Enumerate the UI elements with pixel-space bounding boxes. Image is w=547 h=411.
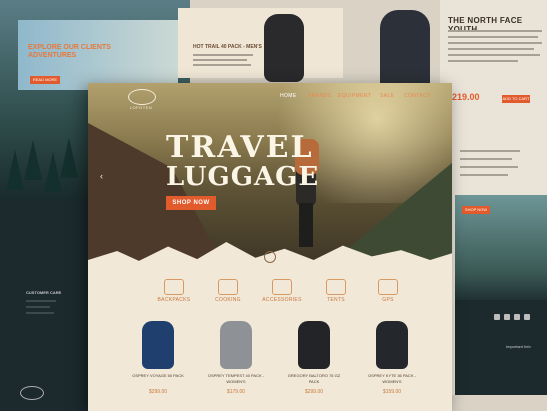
tree-shape	[6, 150, 24, 190]
background-text-line	[193, 64, 251, 66]
background-add-to-cart-button[interactable]: ADD TO CART	[502, 95, 530, 103]
product-price: $159.00	[382, 389, 402, 395]
compass-icon	[264, 251, 276, 263]
background-important-label: Important Info	[506, 344, 531, 349]
background-backpack-image	[380, 10, 430, 92]
category-label: GPS	[382, 297, 394, 303]
hero-title-line2: LUGGAGE	[166, 162, 320, 192]
background-text-line	[460, 174, 508, 176]
category-label: ACCESSORIES	[262, 297, 302, 303]
hiker-legs	[299, 203, 313, 247]
tree-shape	[60, 138, 78, 178]
category-gps[interactable]: GPS	[364, 279, 412, 307]
background-text-line	[448, 30, 542, 32]
background-text-line	[460, 158, 512, 160]
background-page-middle	[178, 8, 343, 78]
cooking-icon	[218, 279, 238, 295]
product-card[interactable]: OSPREY TEMPEST 40 PACK - WOMEN'S $179.00	[206, 321, 266, 401]
gps-icon	[378, 279, 398, 295]
background-text-line	[26, 306, 50, 308]
tent-icon	[326, 279, 346, 295]
background-text-line	[193, 59, 247, 61]
site-logo[interactable]	[128, 89, 156, 105]
background-product-title: HOT TRAIL 40 PACK - MEN'S	[193, 44, 262, 50]
product-image	[298, 321, 330, 369]
site-logo-text: LOFOTEN	[129, 105, 153, 110]
category-label: BACKPACKS	[157, 297, 191, 303]
facebook-icon[interactable]	[494, 314, 500, 320]
carousel-prev-icon[interactable]: ‹	[100, 171, 103, 181]
instagram-icon[interactable]	[524, 314, 530, 320]
product-card[interactable]: OSPREY VOYAGE 50 PACK $299.00	[128, 321, 188, 401]
category-cooking[interactable]: COOKING	[204, 279, 252, 307]
product-card[interactable]: OSPREY KYTE 36 PACK - WOMEN'S $159.00	[362, 321, 422, 401]
nav-item-contact[interactable]: CONTACT	[404, 93, 431, 99]
twitter-icon[interactable]	[504, 314, 510, 320]
product-name: OSPREY KYTE 36 PACK - WOMEN'S	[368, 373, 416, 384]
main-page-mockup: LOFOTEN HOME BRANDS EQUIPMENT SALE CONTA…	[88, 83, 452, 411]
product-price: $299.00	[304, 389, 324, 395]
background-footer	[455, 300, 547, 395]
product-image	[376, 321, 408, 369]
nav-item-equipment[interactable]: EQUIPMENT	[338, 93, 371, 99]
product-card[interactable]: GREGORY BALTORO 75 GZ PACK $299.00	[284, 321, 344, 401]
background-text-line	[193, 54, 253, 56]
product-price: $179.00	[226, 389, 246, 395]
category-label: TENTS	[327, 297, 345, 303]
nav-item-sale[interactable]: SALE	[380, 93, 394, 99]
category-accessories[interactable]: ACCESSORIES	[258, 279, 306, 307]
product-image	[220, 321, 252, 369]
background-price: 219.00	[452, 92, 480, 102]
background-text-line	[448, 36, 538, 38]
product-price: $299.00	[148, 389, 168, 395]
accessories-icon	[272, 279, 292, 295]
background-text-line	[26, 300, 56, 302]
category-tents[interactable]: TENTS	[312, 279, 360, 307]
background-text-line	[448, 42, 542, 44]
background-read-more-button[interactable]: READ MORE	[30, 76, 60, 84]
background-text-line	[448, 48, 534, 50]
product-name: GREGORY BALTORO 75 GZ PACK	[287, 373, 341, 384]
background-logo	[20, 386, 44, 400]
product-name: OSPREY VOYAGE 50 PACK	[132, 373, 184, 378]
product-name: OSPREY TEMPEST 40 PACK - WOMEN'S	[207, 373, 265, 384]
background-backpack-image	[264, 14, 304, 82]
nav-item-home[interactable]: HOME	[280, 93, 297, 99]
background-footer-label: CUSTOMER CARE	[26, 290, 62, 295]
background-text-line	[448, 60, 518, 62]
product-image	[142, 321, 174, 369]
category-label: COOKING	[215, 297, 241, 303]
hero-title-line1: TRAVEL	[166, 130, 314, 165]
background-shop-now-button[interactable]: SHOP NOW	[462, 206, 490, 214]
background-text-line	[460, 166, 518, 168]
backpack-icon	[164, 279, 184, 295]
category-backpacks[interactable]: BACKPACKS	[150, 279, 198, 307]
background-promo-title: EXPLORE OUR CLIENTS ADVENTURES	[28, 44, 111, 59]
nav-item-brands[interactable]: BRANDS	[308, 93, 331, 99]
background-text-line	[460, 150, 520, 152]
tree-shape	[24, 140, 42, 180]
shop-now-button[interactable]: SHOP NOW	[166, 196, 216, 210]
pinterest-icon[interactable]	[514, 314, 520, 320]
background-text-line	[448, 54, 540, 56]
background-text-line	[26, 312, 54, 314]
